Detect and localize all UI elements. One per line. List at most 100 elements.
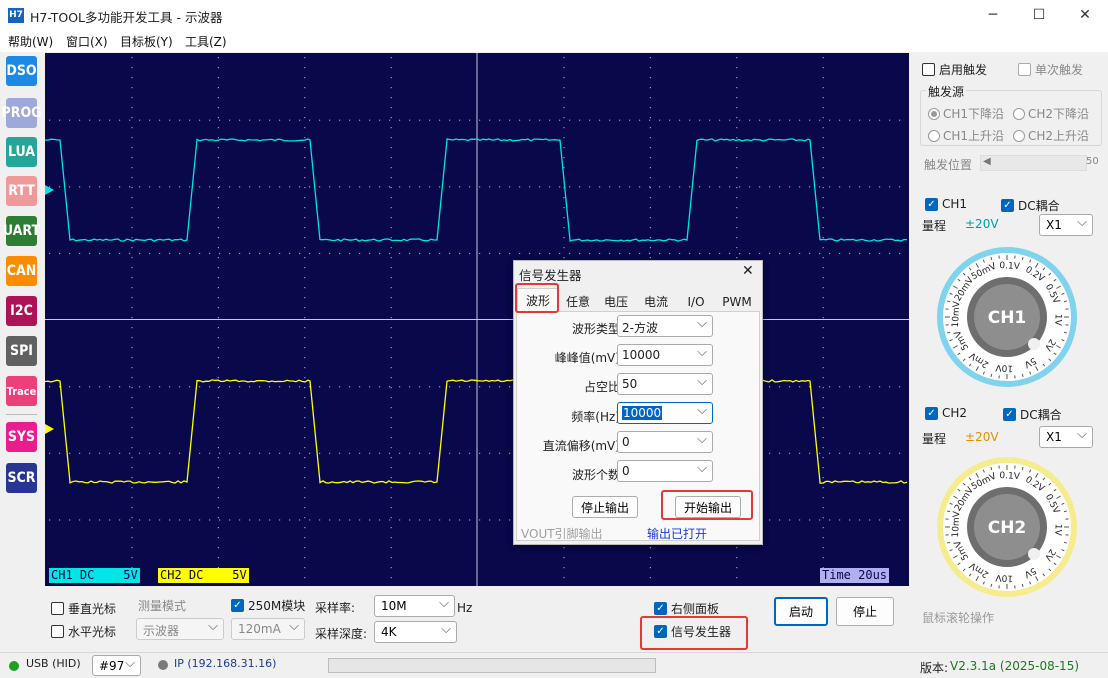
- grid-dot: [219, 252, 221, 255]
- ch1-dc-coupling-checkbox[interactable]: ✓ DC耦合: [1001, 197, 1060, 214]
- tool-scr[interactable]: SCR: [6, 463, 37, 493]
- grid-dot: [131, 347, 133, 349]
- grid-dot: [119, 119, 121, 121]
- grid-dot: [219, 386, 221, 388]
- tool-can[interactable]: CAN: [6, 256, 37, 286]
- grid-dot: [736, 77, 738, 79]
- trigger-position-slider[interactable]: ◀: [980, 155, 1087, 171]
- highlight-tab-waveform: [515, 283, 559, 313]
- grid-dot: [736, 167, 738, 169]
- sample-depth-select[interactable]: 4K: [374, 621, 457, 643]
- grid-dot: [69, 119, 71, 121]
- radio-ch2-falling[interactable]: CH2下降沿: [1013, 105, 1089, 122]
- tab-voltage[interactable]: 电压: [596, 291, 636, 312]
- tool-lua[interactable]: LUA: [6, 137, 37, 167]
- tool-sys[interactable]: SYS: [6, 422, 37, 452]
- sample-rate-select[interactable]: 10M: [374, 595, 455, 617]
- grid-dot: [669, 252, 671, 255]
- ch1-volts-knob[interactable]: 0.1V 0.2V 0.5V 1V 2V 5V 10V 2mV 5mV 10mV 20mV 50mV C…: [934, 244, 1080, 390]
- tool-uart[interactable]: UART: [2, 216, 41, 246]
- tool-i2c[interactable]: I2C: [6, 296, 37, 326]
- grid-dot: [329, 119, 331, 121]
- tool-label: UART: [2, 223, 41, 239]
- tab-io[interactable]: I/O: [676, 291, 716, 312]
- tab-arbitrary[interactable]: 任意: [560, 291, 596, 312]
- vertical-cursor-checkbox[interactable]: 垂直光标: [51, 600, 116, 617]
- ch2-enable-checkbox[interactable]: ✓ CH2: [925, 406, 967, 420]
- menu-window[interactable]: 窗口(X): [66, 33, 108, 50]
- menu-target[interactable]: 目标板(Y): [120, 33, 173, 50]
- grid-dot: [89, 386, 91, 388]
- maximize-icon[interactable]: ☐: [1016, 0, 1062, 30]
- grid-dot: [649, 167, 651, 169]
- radio-ch2-rising[interactable]: CH2上升沿: [1013, 127, 1089, 144]
- amplitude-select[interactable]: 10000: [617, 344, 713, 366]
- ch2-dc-coupling-checkbox[interactable]: ✓ DC耦合: [1003, 406, 1062, 423]
- grid-dot: [563, 137, 565, 139]
- radio-ch1-rising[interactable]: CH1上升沿: [928, 127, 1004, 144]
- current-select[interactable]: 120mA: [231, 618, 305, 640]
- single-trigger-checkbox[interactable]: 单次触发: [1018, 61, 1083, 78]
- grid-dot: [736, 207, 738, 209]
- grid-dot: [839, 519, 841, 521]
- grid-dot: [489, 386, 491, 388]
- tool-rtt[interactable]: RTT: [6, 176, 37, 206]
- menu-help[interactable]: 帮助(W): [8, 33, 53, 50]
- grid-dot: [339, 519, 341, 521]
- grid-dot: [304, 457, 306, 459]
- grid-dot: [217, 517, 219, 519]
- dc-offset-select[interactable]: 0: [617, 431, 713, 453]
- minimize-icon[interactable]: ─: [970, 0, 1016, 30]
- close-icon[interactable]: ✕: [1062, 0, 1108, 30]
- grid-dot: [549, 186, 551, 188]
- grid-dot: [563, 577, 565, 579]
- duty-cycle-select[interactable]: 50: [617, 373, 713, 395]
- grid-dot: [759, 119, 761, 121]
- radio-ch1-falling[interactable]: CH1下降沿: [928, 105, 1004, 122]
- grid-dot: [563, 127, 565, 129]
- oscilloscope-display[interactable]: CH1 DC 5V CH2 DC 5V Time 20us: [45, 53, 909, 586]
- grid-dot: [289, 452, 291, 454]
- menu-tools[interactable]: 工具(Z): [185, 33, 227, 50]
- stop-button[interactable]: 停止: [836, 597, 894, 626]
- horizontal-cursor-checkbox[interactable]: 水平光标: [51, 623, 116, 640]
- grid-dot: [131, 467, 133, 469]
- start-button[interactable]: 启动: [774, 597, 828, 626]
- device-select[interactable]: #97: [92, 655, 141, 676]
- slider-left-arrow-icon[interactable]: ◀: [983, 156, 991, 167]
- grid-dot: [739, 252, 741, 255]
- module-250m-checkbox[interactable]: ✓ 250M模块: [231, 597, 305, 614]
- enable-trigger-checkbox[interactable]: 启用触发: [922, 61, 987, 78]
- grid-dot: [299, 119, 301, 121]
- frequency-select[interactable]: 10000: [617, 402, 713, 424]
- wave-count-select[interactable]: 0: [617, 460, 713, 482]
- grid-dot: [69, 452, 71, 454]
- ch1-enable-checkbox[interactable]: ✓ CH1: [925, 197, 967, 211]
- grid-dot: [69, 252, 71, 255]
- grid-dot: [390, 97, 392, 99]
- right-panel-checkbox[interactable]: ✓ 右侧面板: [654, 600, 719, 617]
- dialog-close-icon[interactable]: ✕: [742, 263, 754, 279]
- grid-dot: [189, 186, 191, 188]
- grid-dot: [649, 137, 651, 139]
- tool-dso[interactable]: DSO: [6, 56, 37, 86]
- stop-output-button[interactable]: 停止输出: [572, 496, 638, 518]
- ch2-volts-knob[interactable]: 0.1V 0.2V 0.5V 1V 2V 5V 10V 2mV 5mV 10mV 20mV 50mV C…: [934, 454, 1080, 600]
- measure-mode-select[interactable]: 示波器: [136, 618, 224, 640]
- wave-type-select[interactable]: 2-方波: [617, 315, 713, 337]
- tab-current[interactable]: 电流: [636, 291, 676, 312]
- grid-dot: [217, 257, 219, 259]
- grid-dot: [259, 519, 261, 521]
- ch2-probe-select[interactable]: X1: [1039, 426, 1093, 448]
- tool-trace[interactable]: Trace: [6, 376, 37, 406]
- grid-dot: [779, 386, 781, 388]
- tab-pwm[interactable]: PWM: [716, 291, 758, 312]
- grid-dot: [217, 177, 219, 179]
- grid-dot: [569, 186, 571, 188]
- tool-prog[interactable]: PROG: [2, 98, 42, 128]
- grid-dot: [49, 386, 51, 388]
- grid-dot: [390, 237, 392, 239]
- ch1-probe-select[interactable]: X1: [1039, 214, 1093, 236]
- grid-dot: [217, 207, 219, 209]
- tool-spi[interactable]: SPI: [6, 336, 37, 366]
